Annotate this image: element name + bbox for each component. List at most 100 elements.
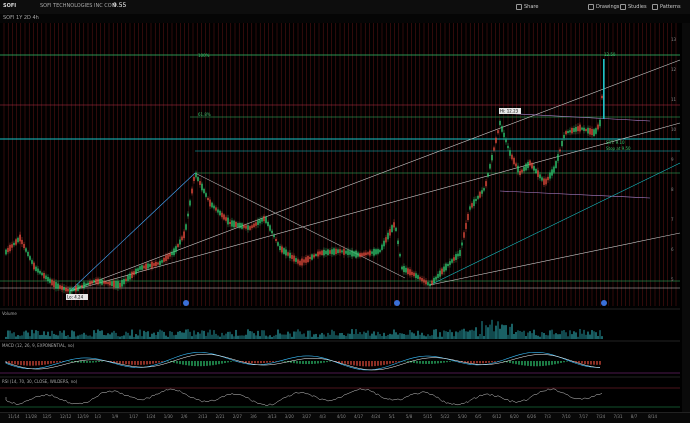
candle-body [165, 255, 166, 261]
candle-body [69, 288, 70, 294]
candle-body [387, 233, 388, 240]
candle-body [209, 200, 210, 207]
volume-bar [61, 333, 62, 339]
volume-bar [327, 333, 328, 339]
candle-body [87, 283, 88, 285]
candle-body [493, 147, 494, 150]
candle-body [77, 285, 78, 291]
date-tick: 12/19 [77, 414, 89, 419]
price-tick: 6 [671, 247, 674, 252]
candle-body [327, 249, 328, 255]
volume-bar [209, 330, 210, 339]
macd-hist [161, 361, 162, 362]
candle-body [435, 277, 436, 280]
candle-body [425, 280, 426, 284]
candle-body [597, 125, 598, 130]
date-tick: 7/24 [596, 414, 605, 419]
symbol-label[interactable]: SOFI [3, 3, 16, 9]
volume-bar [245, 335, 246, 339]
candle-body [279, 246, 280, 250]
chart-timeframe[interactable]: SOFI 1Y 2D 4h [3, 15, 39, 21]
volume-bar [71, 330, 72, 339]
macd-hist [248, 361, 249, 363]
macd-hist [563, 361, 564, 362]
stop-label: Stop at 9.50 [606, 146, 631, 151]
candle-body [11, 244, 12, 247]
volume-bar [221, 333, 222, 339]
macd-hist [230, 361, 231, 362]
share-icon [516, 4, 522, 10]
volume-bar [561, 331, 562, 339]
volume-bar [591, 330, 592, 339]
macd-hist [41, 361, 42, 365]
macd-hist [173, 361, 174, 363]
volume-bar [295, 332, 296, 339]
candle-body [233, 221, 234, 228]
candle-body [257, 220, 258, 225]
candle-body [587, 128, 588, 134]
candle-body [307, 256, 308, 262]
candle-body [507, 146, 508, 148]
candle-body [603, 59, 605, 119]
volume-bar [497, 321, 498, 339]
macd-hist [182, 361, 183, 365]
date-tick: 11/28 [25, 414, 37, 419]
volume-bar [491, 320, 492, 339]
date-tick: 6/12 [492, 414, 501, 419]
volume-bar [469, 330, 470, 339]
macd-hist [407, 361, 408, 362]
macd-hist [428, 361, 429, 364]
volume-bar [93, 330, 94, 339]
candle-body [115, 281, 116, 288]
macd-hist [326, 361, 327, 362]
volume-bar [131, 330, 132, 339]
macd-hist [440, 361, 441, 363]
volume-bar [339, 333, 340, 339]
candle-body [169, 253, 170, 256]
volume-bar [309, 331, 310, 339]
studies-button[interactable]: Studies [620, 2, 647, 11]
volume-bar [397, 335, 398, 339]
volume-bar [133, 337, 134, 339]
candle-body [117, 281, 118, 288]
candle-body [495, 138, 496, 143]
candle-body [519, 171, 520, 175]
price-tick: 11 [671, 97, 677, 102]
chart-area[interactable]: Lo: 4.24Hi: 12.2312.50SRT: 9.10Stop at 9… [0, 23, 690, 412]
macd-hist [260, 361, 261, 363]
price-axis-scroll[interactable] [682, 23, 690, 412]
macd-hist [494, 361, 495, 362]
macd-hist [140, 361, 141, 365]
candle-body [483, 188, 484, 190]
macd-hist [26, 361, 27, 366]
volume-bar [33, 333, 34, 339]
candle-body [559, 149, 560, 151]
time-axis-bar[interactable]: 11/1411/2812/512/1212/191/31/91/171/241/… [0, 412, 690, 423]
candle-body [589, 128, 590, 134]
candle-body [5, 250, 6, 255]
volume-bar [557, 334, 558, 339]
drawings-button[interactable]: Drawings [588, 2, 619, 11]
volume-bar [323, 335, 324, 339]
candle-body [331, 249, 332, 254]
volume-bar [289, 334, 290, 339]
macd-hist [353, 361, 354, 365]
macd-hist [449, 361, 450, 362]
candle-body [85, 283, 86, 285]
share-button[interactable]: Share [516, 2, 538, 11]
volume-bar [365, 333, 366, 339]
macd-hist [554, 361, 555, 364]
volume-bar [157, 332, 158, 339]
date-tick: 5/8 [406, 414, 412, 419]
candle-body [301, 259, 302, 266]
candle-body [125, 279, 126, 281]
volume-bar [467, 332, 468, 339]
volume-bar [563, 330, 564, 339]
candle-body [7, 248, 8, 252]
candle-body [29, 256, 30, 260]
volume-bar [559, 334, 560, 339]
macd-hist [329, 361, 330, 362]
candle-body [99, 280, 100, 284]
patterns-button[interactable]: Patterns [652, 2, 681, 11]
volume-bar [233, 336, 234, 339]
